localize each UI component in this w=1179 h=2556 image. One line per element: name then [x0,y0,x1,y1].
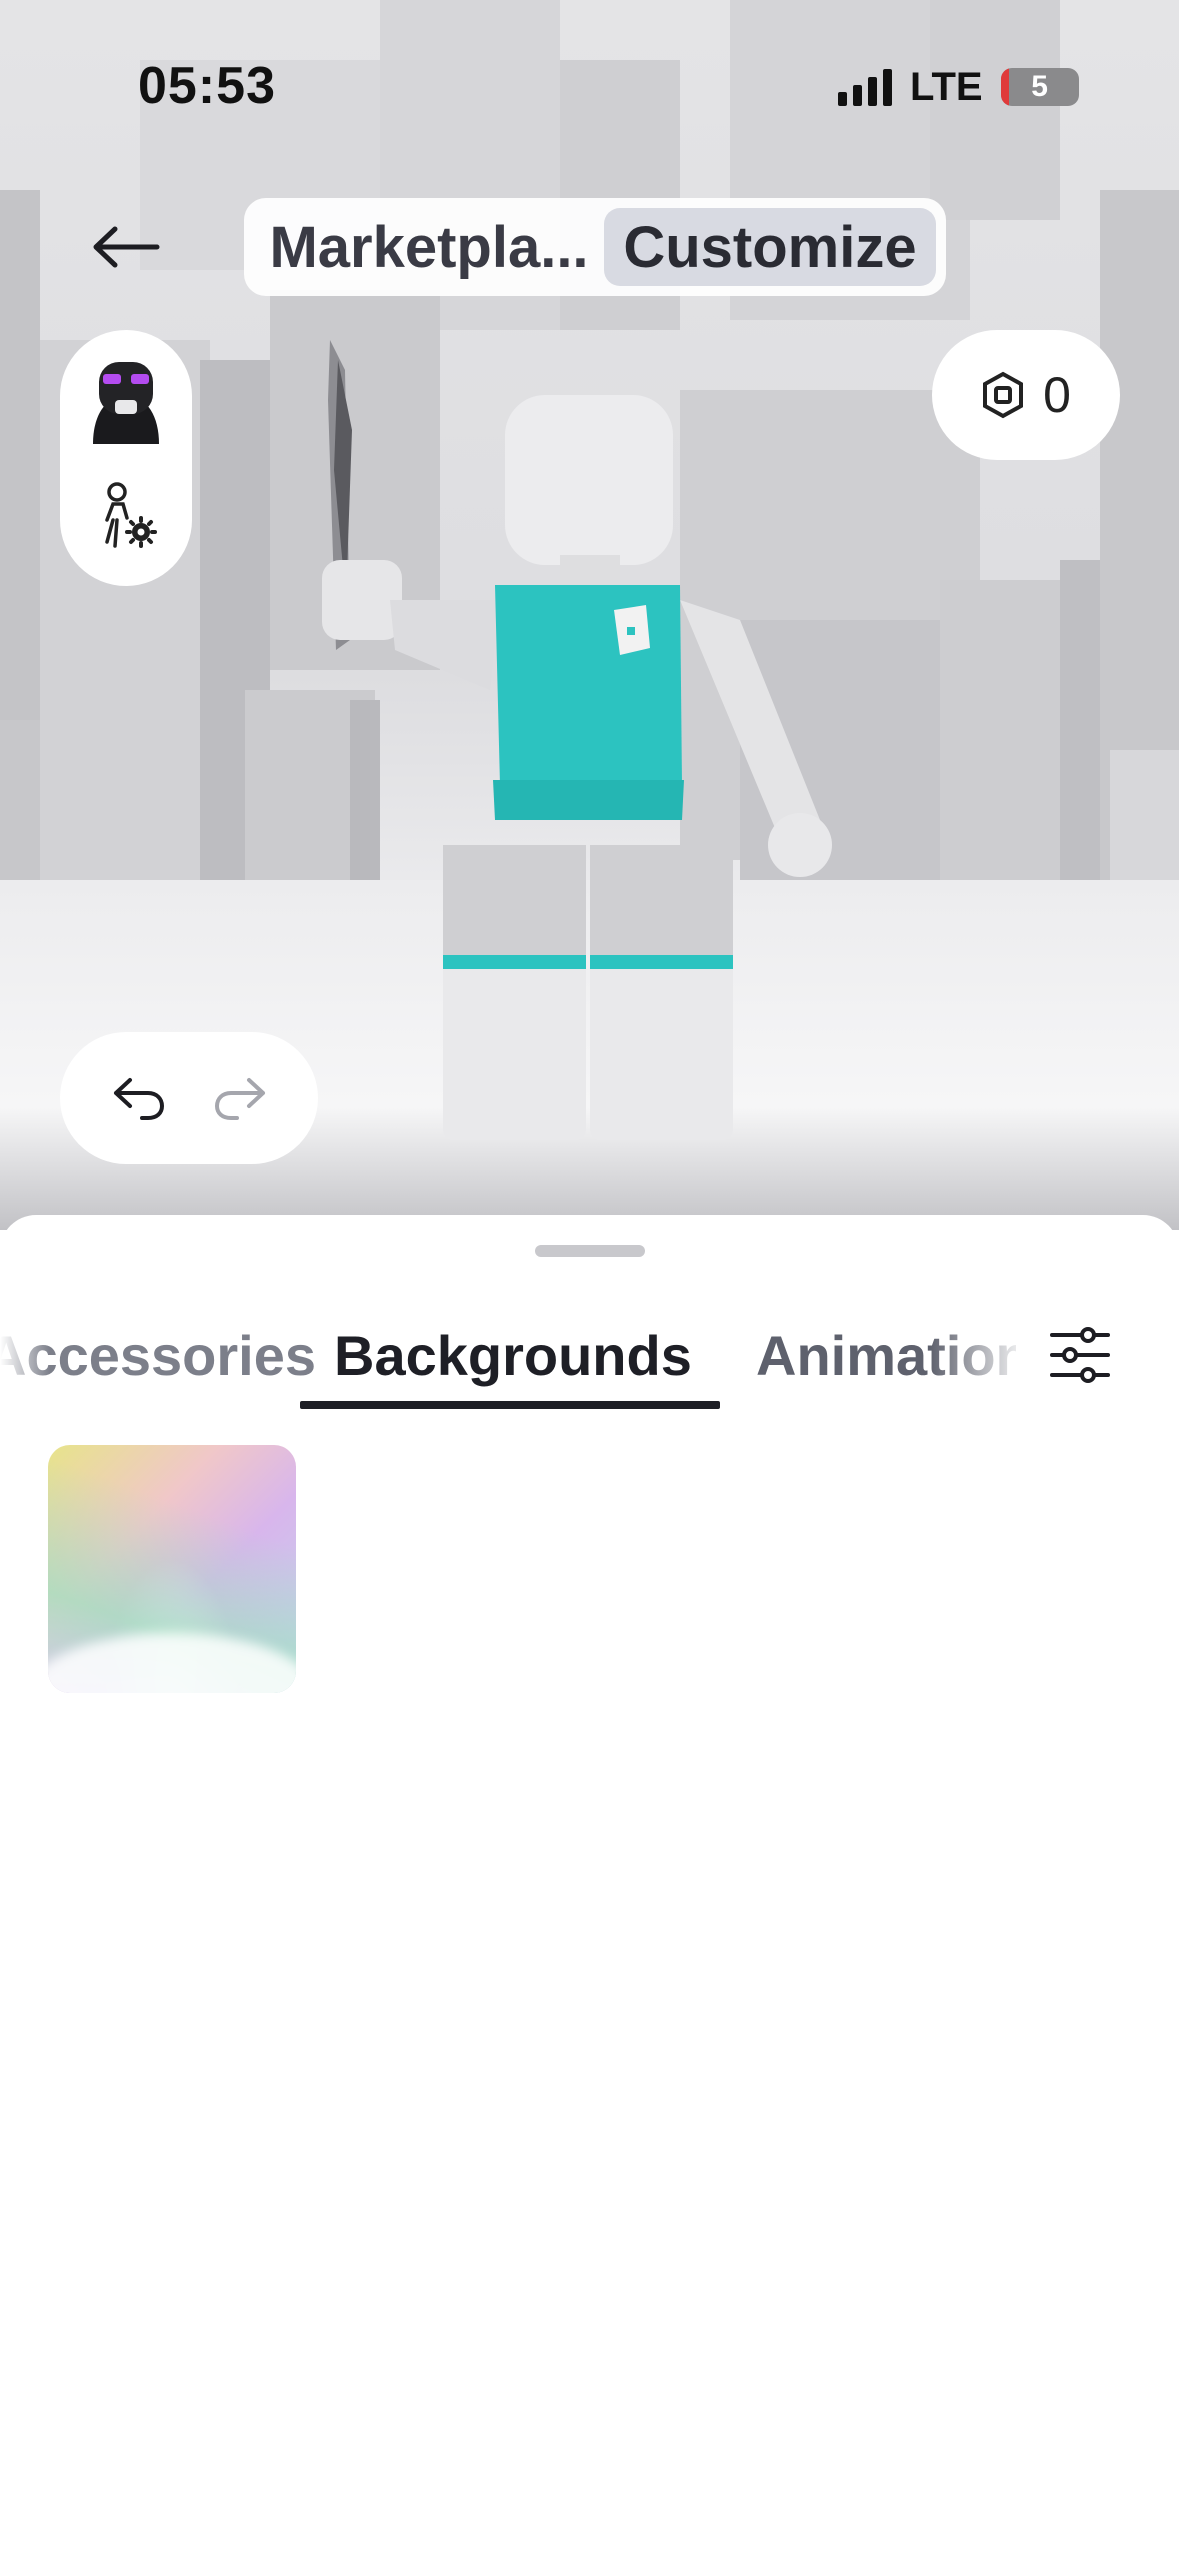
mode-switcher: Marketpla... Customize [244,198,946,296]
tabs-fade-right [930,1290,1030,1420]
robux-balance[interactable]: 0 [932,330,1120,460]
arrow-left-icon [93,226,160,268]
redo-icon [214,1078,265,1120]
status-time: 05:53 [138,57,276,115]
avatar-thumbnail-icon[interactable] [85,356,167,446]
robux-icon [983,371,1024,419]
avatar-controls [60,330,192,586]
status-indicators: LTE 5 [838,60,1079,114]
customize-sheet: Accessories Backgrounds Animations [0,1215,1179,2556]
history-controls [60,1032,318,1164]
network-label: LTE [910,64,983,109]
undo-icon [113,1078,164,1120]
battery-icon: 5 [1000,68,1079,106]
signal-icon [838,68,892,106]
tab-customize[interactable]: Customize [604,208,936,286]
filter-button[interactable] [1040,1315,1120,1395]
robux-amount: 0 [1043,367,1071,423]
tab-marketplace[interactable]: Marketpla... [254,208,604,286]
selected-tab-indicator [300,1401,720,1409]
filter-sliders-icon [1050,1327,1110,1383]
tabs-fade-left [0,1290,50,1420]
sheet-drag-handle[interactable] [535,1245,645,1257]
back-button[interactable] [86,212,166,282]
gradient-background-item[interactable] [48,1445,296,1693]
battery-level: 5 [1031,70,1048,103]
avatar-settings-icon[interactable] [93,480,159,550]
redo-button[interactable] [200,1058,280,1138]
undo-button[interactable] [99,1058,179,1138]
